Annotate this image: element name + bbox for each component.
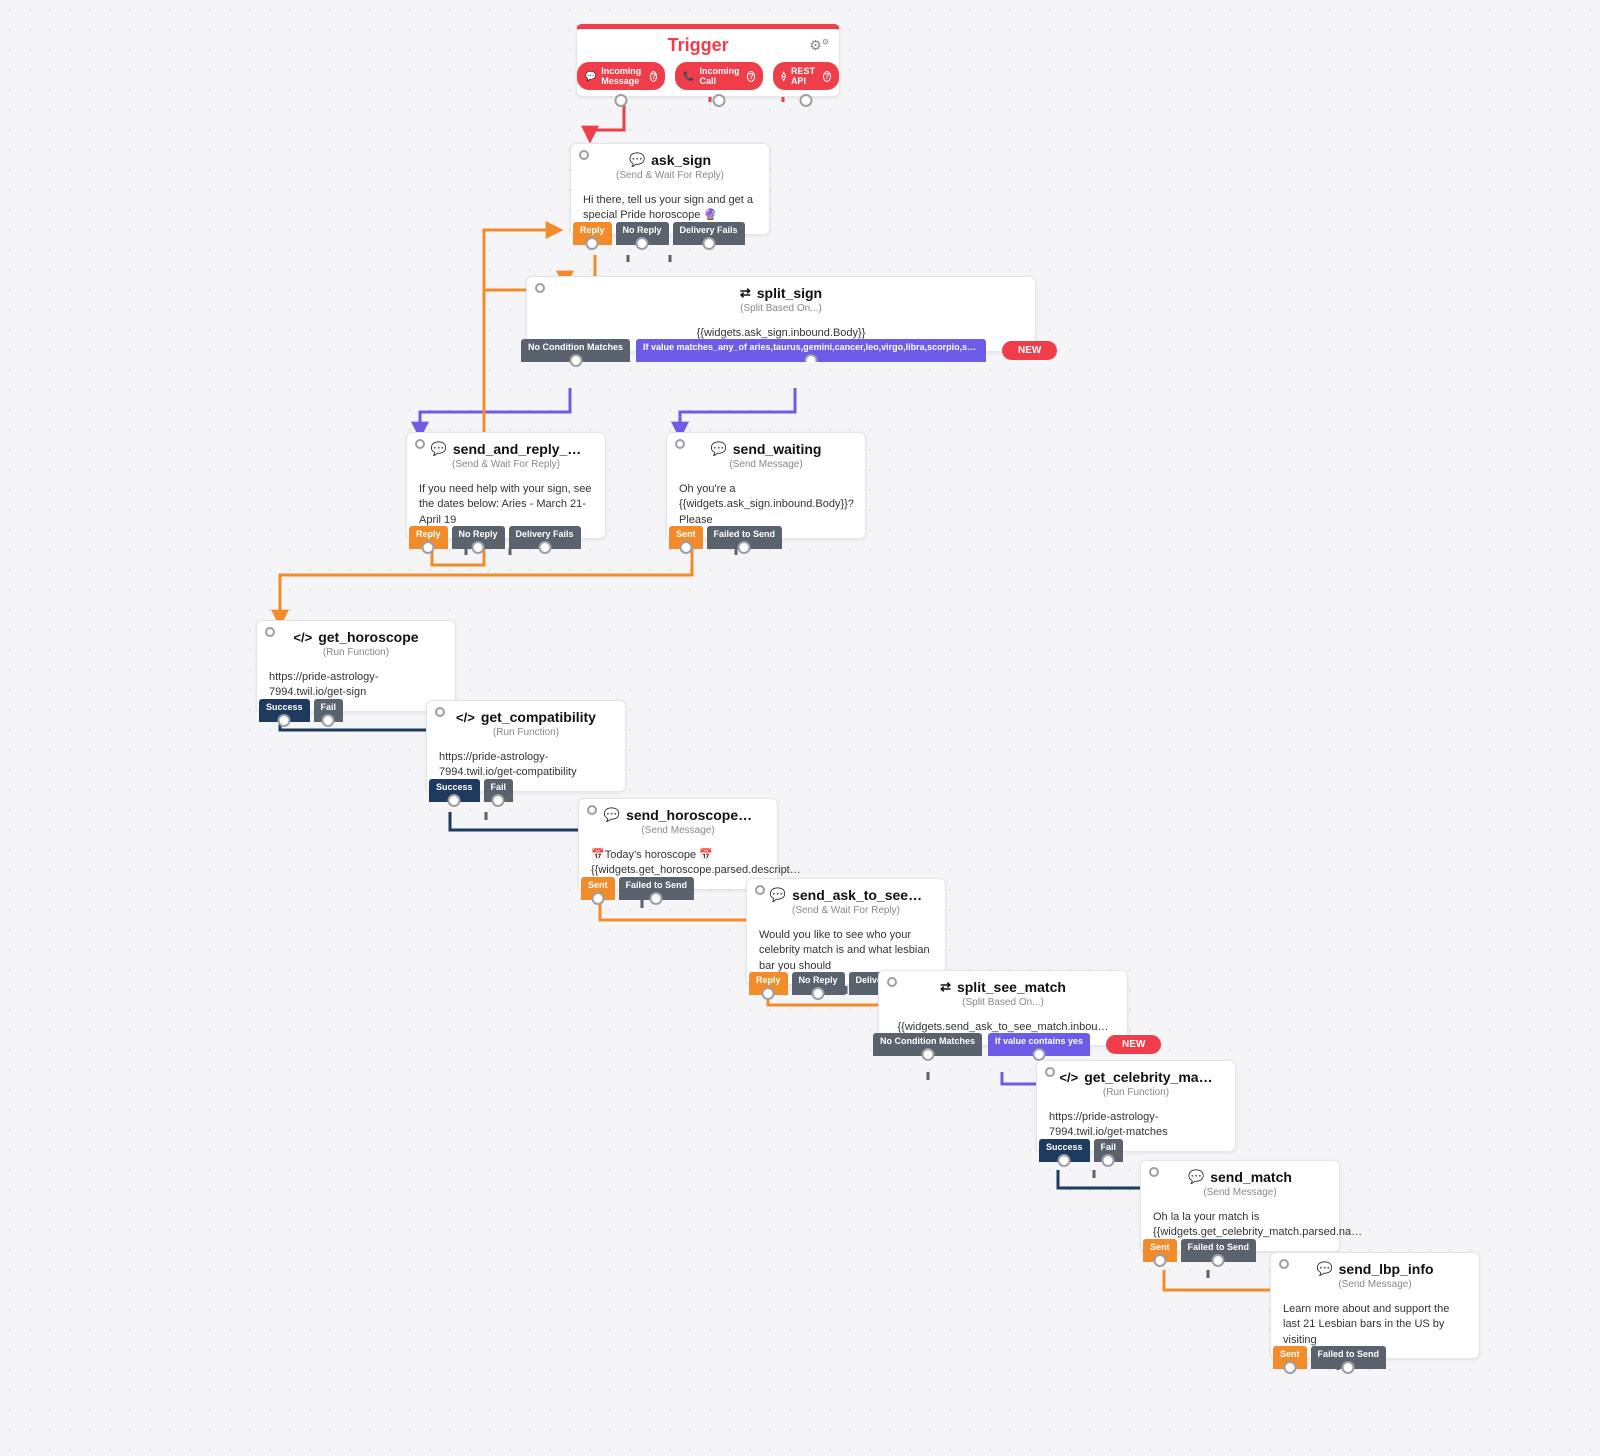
- out-reply[interactable]: Reply: [409, 526, 448, 549]
- anchor-in[interactable]: [435, 707, 445, 717]
- node-title: send_and_reply_…: [453, 441, 581, 457]
- node-title: send_lbp_info: [1339, 1261, 1434, 1277]
- anchor-in[interactable]: [755, 885, 765, 895]
- node-send-waiting[interactable]: 💬send_waiting (Send Message) Oh you're a…: [666, 432, 866, 539]
- out-failed[interactable]: Failed to Send: [619, 877, 695, 900]
- out-sent[interactable]: Sent: [1143, 1239, 1177, 1262]
- node-get-compatibility[interactable]: </>get_compatibility (Run Function) http…: [426, 700, 626, 792]
- out-fail[interactable]: Fail: [314, 699, 344, 722]
- node-subtype: (Send Message): [1141, 1187, 1339, 1204]
- new-condition-button[interactable]: NEW: [1106, 1035, 1161, 1054]
- node-title: get_horoscope: [318, 629, 418, 645]
- node-title: send_waiting: [733, 441, 822, 457]
- node-subtype: (Split Based On...): [527, 303, 1035, 320]
- gear-icon[interactable]: ⚙⚙: [809, 37, 829, 54]
- chat-icon: 💬: [1316, 1261, 1332, 1277]
- node-title: send_horoscope…: [626, 807, 752, 823]
- node-split-sign[interactable]: ⇄split_sign (Split Based On...) {{widget…: [526, 276, 1036, 352]
- port-rest-api[interactable]: ⟠ REST API ?: [773, 62, 838, 90]
- anchor-in[interactable]: [587, 805, 597, 815]
- node-subtype: (Send & Wait For Reply): [747, 905, 945, 922]
- node-split-see-match[interactable]: ⇄split_see_match (Split Based On...) {{w…: [878, 970, 1128, 1046]
- chat-icon: 💬: [1188, 1169, 1204, 1185]
- node-subtype: (Split Based On...): [879, 997, 1127, 1014]
- anchor-in[interactable]: [579, 150, 589, 160]
- chat-icon: 💬: [770, 887, 786, 903]
- out-failed[interactable]: Failed to Send: [1311, 1346, 1387, 1369]
- out-delivery-fails[interactable]: Delivery Fails: [673, 222, 745, 245]
- out-failed[interactable]: Failed to Send: [1181, 1239, 1257, 1262]
- out-fail[interactable]: Fail: [484, 779, 514, 802]
- code-icon: </>: [293, 630, 312, 645]
- node-subtype: (Send & Wait For Reply): [407, 459, 605, 476]
- anchor-in[interactable]: [887, 977, 897, 987]
- anchor-in[interactable]: [1045, 1067, 1055, 1077]
- anchor-in[interactable]: [265, 627, 275, 637]
- node-send-horoscope[interactable]: 💬send_horoscope… (Send Message) 📅Today's…: [578, 798, 778, 890]
- out-success[interactable]: Success: [259, 699, 310, 722]
- trigger-title: Trigger: [668, 35, 729, 56]
- out-success[interactable]: Success: [1039, 1139, 1090, 1162]
- split-icon: ⇄: [740, 285, 751, 301]
- flow-canvas[interactable]: { "trigger": { "title": "Trigger", "port…: [0, 0, 1600, 1456]
- node-title: ask_sign: [651, 152, 711, 168]
- split-icon: ⇄: [940, 979, 951, 995]
- node-subtype: (Send Message): [1271, 1279, 1479, 1296]
- out-condition-yes[interactable]: If value contains yes: [988, 1033, 1090, 1056]
- out-no-condition[interactable]: No Condition Matches: [521, 339, 630, 362]
- anchor-in[interactable]: [415, 439, 425, 449]
- out-no-reply[interactable]: No Reply: [616, 222, 669, 245]
- trigger-node[interactable]: Trigger ⚙⚙ 💬 Incoming Message ? 📞 Incomi…: [576, 24, 840, 97]
- node-send-and-reply[interactable]: 💬 send_and_reply_… (Send & Wait For Reply…: [406, 432, 606, 539]
- node-title: send_ask_to_see…: [792, 887, 922, 903]
- node-title: send_match: [1210, 1169, 1292, 1185]
- out-delivery-fails[interactable]: Delivery Fails: [509, 526, 581, 549]
- node-subtype: (Send Message): [667, 459, 865, 476]
- node-title: split_sign: [757, 285, 822, 301]
- port-incoming-message[interactable]: 💬 Incoming Message ?: [577, 62, 665, 90]
- node-title: get_compatibility: [481, 709, 596, 725]
- out-sent[interactable]: Sent: [669, 526, 703, 549]
- node-ask-sign[interactable]: 💬ask_sign (Send & Wait For Reply) Hi the…: [570, 143, 770, 235]
- node-subtype: (Send & Wait For Reply): [571, 170, 769, 187]
- chat-icon: 💬: [629, 152, 645, 168]
- node-subtype: (Send Message): [579, 825, 777, 842]
- out-reply[interactable]: Reply: [749, 972, 788, 995]
- node-send-lbp-info[interactable]: 💬send_lbp_info (Send Message) Learn more…: [1270, 1252, 1480, 1359]
- out-failed[interactable]: Failed to Send: [707, 526, 783, 549]
- anchor-in[interactable]: [1149, 1167, 1159, 1177]
- out-success[interactable]: Success: [429, 779, 480, 802]
- out-sent[interactable]: Sent: [581, 877, 615, 900]
- out-fail[interactable]: Fail: [1094, 1139, 1124, 1162]
- anchor-in[interactable]: [1279, 1259, 1289, 1269]
- node-send-match[interactable]: 💬send_match (Send Message) Oh la la your…: [1140, 1160, 1340, 1252]
- node-subtype: (Run Function): [427, 727, 625, 744]
- code-icon: </>: [1059, 1070, 1078, 1085]
- node-title: get_celebrity_ma…: [1084, 1069, 1212, 1085]
- chat-icon: 💬: [431, 441, 447, 457]
- node-title: split_see_match: [957, 979, 1066, 995]
- node-get-horoscope[interactable]: </>get_horoscope (Run Function) https://…: [256, 620, 456, 712]
- out-no-reply[interactable]: No Reply: [452, 526, 505, 549]
- chat-icon: 💬: [604, 807, 620, 823]
- code-icon: </>: [456, 710, 475, 725]
- anchor-in[interactable]: [535, 283, 545, 293]
- node-subtype: (Run Function): [257, 647, 455, 664]
- port-incoming-call[interactable]: 📞 Incoming Call ?: [675, 62, 763, 90]
- node-get-celebrity-match[interactable]: </>get_celebrity_ma… (Run Function) http…: [1036, 1060, 1236, 1152]
- new-condition-button[interactable]: NEW: [1002, 341, 1057, 360]
- out-sent[interactable]: Sent: [1273, 1346, 1307, 1369]
- out-no-condition[interactable]: No Condition Matches: [873, 1033, 982, 1056]
- out-condition-match[interactable]: If value matches_any_of aries,taurus,gem…: [636, 339, 986, 362]
- anchor-in[interactable]: [675, 439, 685, 449]
- node-subtype: (Run Function): [1037, 1087, 1235, 1104]
- out-reply[interactable]: Reply: [573, 222, 612, 245]
- chat-icon: 💬: [711, 441, 727, 457]
- out-no-reply[interactable]: No Reply: [792, 972, 845, 995]
